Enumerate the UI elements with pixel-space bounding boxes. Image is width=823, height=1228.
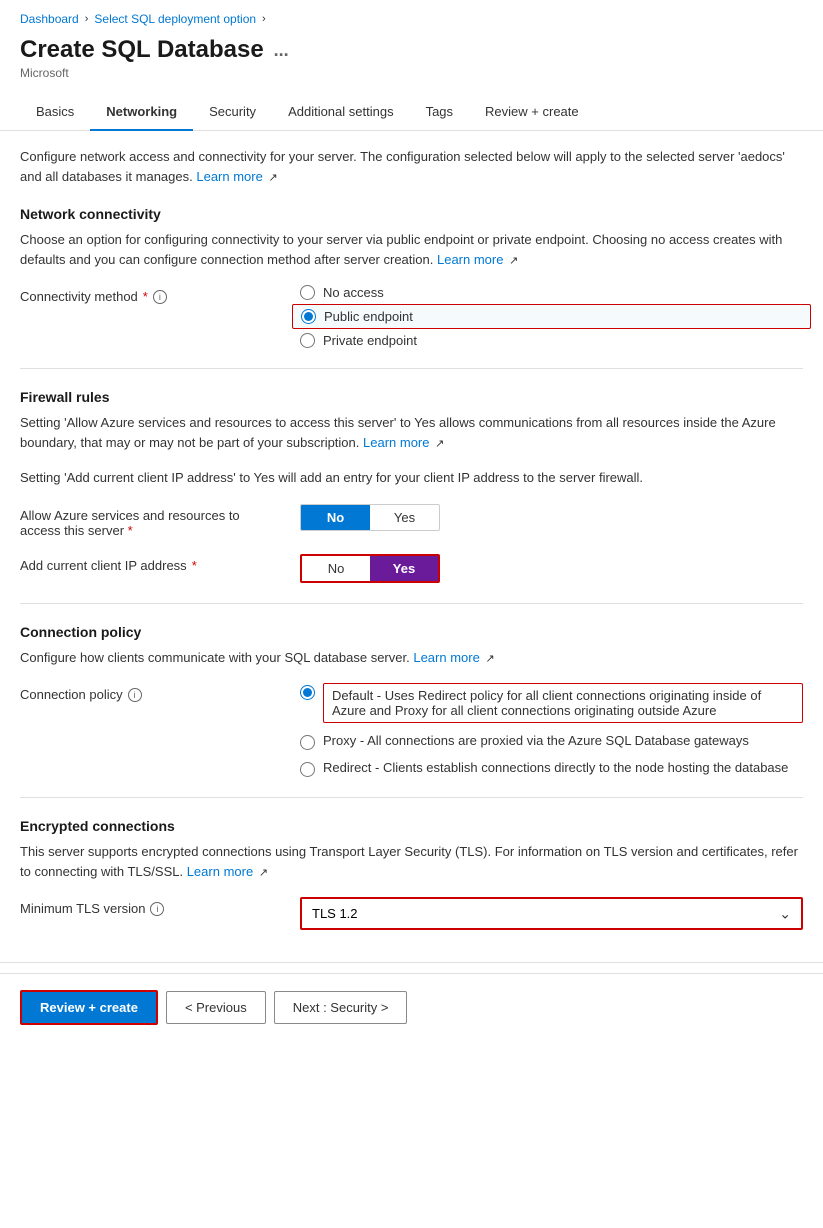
policy-radio-proxy-input[interactable]: [300, 735, 315, 750]
tls-version-select[interactable]: TLS 1.0 TLS 1.1 TLS 1.2 TLS 1.3: [302, 899, 801, 928]
connection-policy-label: Connection policy i: [20, 683, 300, 702]
add-client-ip-toggle-wrapper[interactable]: No Yes: [300, 554, 440, 583]
connectivity-method-options: No access Public endpoint Private endpoi…: [300, 285, 803, 348]
connectivity-info-icon[interactable]: i: [153, 290, 167, 304]
tls-version-row: Minimum TLS version i TLS 1.0 TLS 1.1 TL…: [20, 897, 803, 930]
encrypted-external-link-icon: ↗: [259, 867, 268, 879]
add-client-ip-toggle: No Yes: [300, 554, 803, 583]
allow-azure-no[interactable]: No: [301, 505, 370, 530]
network-learn-more[interactable]: Learn more: [437, 252, 503, 267]
encrypted-learn-more[interactable]: Learn more: [187, 864, 253, 879]
allow-azure-row: Allow Azure services and resources to ac…: [20, 504, 803, 538]
radio-no-access[interactable]: No access: [300, 285, 803, 300]
divider-1: [20, 368, 803, 369]
radio-public-endpoint-input[interactable]: [301, 309, 316, 324]
radio-no-access-input[interactable]: [300, 285, 315, 300]
connection-policy-description: Configure how clients communicate with y…: [20, 648, 803, 668]
intro-description: Configure network access and connectivit…: [20, 147, 803, 186]
connectivity-method-label: Connectivity method * i: [20, 285, 300, 304]
add-client-ip-no[interactable]: No: [302, 556, 370, 581]
policy-radio-default[interactable]: Default - Uses Redirect policy for all c…: [300, 683, 803, 723]
allow-azure-required: *: [128, 523, 133, 538]
network-connectivity-description: Choose an option for configuring connect…: [20, 230, 803, 269]
radio-private-endpoint-input[interactable]: [300, 333, 315, 348]
network-external-link-icon: ↗: [509, 255, 518, 267]
page-header: Create SQL Database ... Microsoft: [0, 32, 823, 94]
firewall-rules-title: Firewall rules: [20, 389, 803, 405]
breadcrumb-dashboard[interactable]: Dashboard: [20, 12, 79, 26]
main-content: Configure network access and connectivit…: [0, 131, 823, 962]
tab-basics[interactable]: Basics: [20, 94, 90, 131]
policy-radio-redirect-input[interactable]: [300, 762, 315, 777]
add-client-ip-row: Add current client IP address * No Yes: [20, 554, 803, 583]
policy-radio-default-input[interactable]: [300, 685, 315, 700]
radio-public-endpoint[interactable]: Public endpoint: [292, 304, 811, 329]
encrypted-connections-title: Encrypted connections: [20, 818, 803, 834]
radio-private-endpoint[interactable]: Private endpoint: [300, 333, 803, 348]
previous-button[interactable]: < Previous: [166, 991, 266, 1024]
client-ip-required: *: [192, 558, 197, 573]
tls-version-select-wrapper: TLS 1.0 TLS 1.1 TLS 1.2 TLS 1.3 ⌄: [300, 897, 803, 930]
connection-policy-row: Connection policy i Default - Uses Redir…: [20, 683, 803, 777]
connection-policy-external-link-icon: ↗: [485, 653, 494, 665]
divider-2: [20, 603, 803, 604]
firewall-description-2: Setting 'Add current client IP address' …: [20, 468, 803, 488]
connection-policy-learn-more[interactable]: Learn more: [413, 650, 479, 665]
page-subtitle: Microsoft: [20, 66, 803, 80]
breadcrumb-select-sql[interactable]: Select SQL deployment option: [94, 12, 256, 26]
action-bar: Review + create < Previous Next : Securi…: [0, 973, 823, 1041]
tls-info-icon[interactable]: i: [150, 902, 164, 916]
tls-version-label: Minimum TLS version i: [20, 897, 300, 916]
connection-policy-info-icon[interactable]: i: [128, 688, 142, 702]
tab-review-create[interactable]: Review + create: [469, 94, 595, 131]
intro-learn-more[interactable]: Learn more: [196, 169, 262, 184]
firewall-learn-more[interactable]: Learn more: [363, 435, 429, 450]
page-title-text: Create SQL Database: [20, 36, 264, 64]
firewall-external-link-icon: ↗: [435, 438, 444, 450]
tabs-nav: Basics Networking Security Additional se…: [0, 94, 823, 131]
policy-default-label: Default - Uses Redirect policy for all c…: [323, 683, 803, 723]
divider-bottom: [0, 962, 823, 963]
breadcrumb: Dashboard › Select SQL deployment option…: [0, 0, 823, 32]
intro-external-link-icon: ↗: [268, 172, 277, 184]
tls-select-wrapper-outlined: TLS 1.0 TLS 1.1 TLS 1.2 TLS 1.3 ⌄: [300, 897, 803, 930]
policy-radio-group: Default - Uses Redirect policy for all c…: [300, 683, 803, 777]
allow-azure-yes[interactable]: Yes: [370, 505, 439, 530]
allow-azure-toggle-wrapper[interactable]: No Yes: [300, 504, 440, 531]
tab-tags[interactable]: Tags: [410, 94, 469, 131]
connection-policy-options: Default - Uses Redirect policy for all c…: [300, 683, 803, 777]
ellipsis-menu[interactable]: ...: [274, 40, 289, 61]
tab-additional-settings[interactable]: Additional settings: [272, 94, 410, 131]
network-connectivity-title: Network connectivity: [20, 206, 803, 222]
add-client-ip-label: Add current client IP address *: [20, 554, 300, 573]
firewall-description-1: Setting 'Allow Azure services and resour…: [20, 413, 803, 452]
allow-azure-label: Allow Azure services and resources to ac…: [20, 504, 300, 538]
tab-networking[interactable]: Networking: [90, 94, 193, 131]
connectivity-radio-group: No access Public endpoint Private endpoi…: [300, 285, 803, 348]
policy-radio-proxy[interactable]: Proxy - All connections are proxied via …: [300, 733, 803, 750]
allow-azure-toggle: No Yes: [300, 504, 803, 531]
divider-3: [20, 797, 803, 798]
encrypted-connections-description: This server supports encrypted connectio…: [20, 842, 803, 881]
policy-radio-redirect[interactable]: Redirect - Clients establish connections…: [300, 760, 803, 777]
review-create-button[interactable]: Review + create: [20, 990, 158, 1025]
next-button[interactable]: Next : Security >: [274, 991, 408, 1024]
required-marker: *: [143, 289, 148, 304]
tab-security[interactable]: Security: [193, 94, 272, 131]
add-client-ip-yes[interactable]: Yes: [370, 556, 438, 581]
connection-policy-title: Connection policy: [20, 624, 803, 640]
connectivity-method-row: Connectivity method * i No access Public…: [20, 285, 803, 348]
